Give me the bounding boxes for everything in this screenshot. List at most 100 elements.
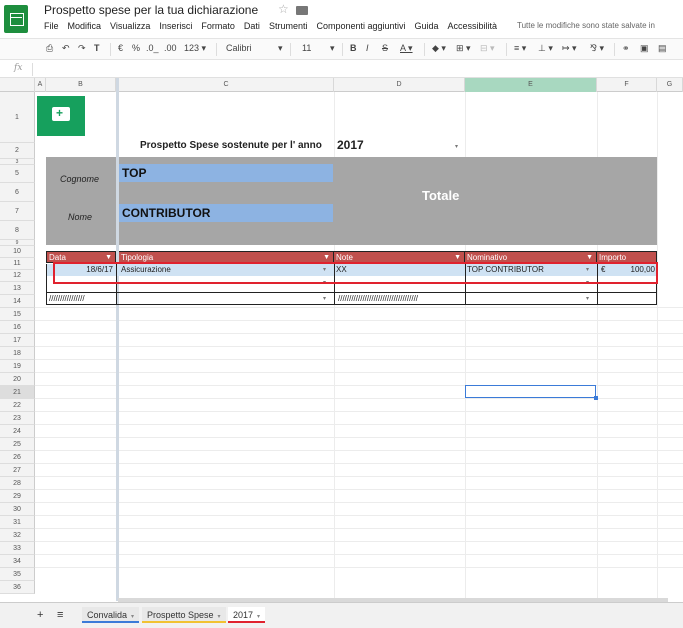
document-title[interactable]: Prospetto spese per la tua dichiarazione — [44, 3, 258, 17]
font-select[interactable]: Calibri — [226, 43, 252, 53]
row-header[interactable]: 26 — [0, 451, 35, 464]
menu-componenti[interactable]: Componenti aggiuntivi — [316, 21, 405, 31]
tab-convalida[interactable]: Convalida ▾ — [82, 607, 140, 623]
font-size-chevron-down-icon[interactable]: ▾ — [330, 43, 335, 54]
row-header[interactable]: 12 — [0, 270, 35, 282]
nome-field[interactable]: CONTRIBUTOR — [119, 204, 333, 222]
text-rotation-icon[interactable]: ⅋ ▾ — [590, 43, 604, 54]
menu-formato[interactable]: Formato — [201, 21, 235, 31]
menu-modifica[interactable]: Modifica — [68, 21, 102, 31]
cell-note-empty[interactable]: //////////////////////////////////// — [336, 293, 463, 305]
text-color-button[interactable]: A ▾ — [400, 43, 413, 54]
borders-icon[interactable]: ⊞ ▾ — [456, 43, 471, 54]
all-sheets-icon[interactable]: ≡ — [52, 607, 68, 623]
row-header[interactable]: 14 — [0, 295, 35, 308]
column-header-b[interactable]: B — [46, 78, 116, 92]
row-header[interactable]: 22 — [0, 399, 35, 412]
tab-prospetto-spese[interactable]: Prospetto Spese ▾ — [142, 607, 226, 623]
fill-color-icon[interactable]: ◆ ▾ — [432, 43, 446, 54]
row-header[interactable]: 5 — [0, 165, 35, 183]
formula-input[interactable] — [38, 63, 678, 76]
more-formats-button[interactable]: 123 ▾ — [184, 43, 206, 54]
row-header[interactable]: 8 — [0, 221, 35, 240]
menu-file[interactable]: File — [44, 21, 59, 31]
strikethrough-button[interactable]: S — [382, 43, 388, 53]
bold-button[interactable]: B — [350, 43, 357, 53]
increase-decimals-button[interactable]: .00 — [164, 43, 177, 53]
print-icon[interactable]: ⎙ — [46, 43, 53, 54]
row-header[interactable]: 18 — [0, 347, 35, 360]
insert-comment-icon[interactable]: ▣ — [640, 43, 649, 54]
column-header-a[interactable]: A — [35, 78, 46, 92]
row-header[interactable]: 17 — [0, 334, 35, 347]
row-header[interactable]: 16 — [0, 321, 35, 334]
spreadsheet-grid[interactable]: A B C D E F G 1 2 3 5 6 7 8 9 10 11 12 1… — [0, 78, 683, 601]
selected-cell[interactable] — [465, 385, 596, 398]
row-header[interactable]: 36 — [0, 581, 35, 594]
save-status[interactable]: Tutte le modifiche sono state salvate in — [517, 21, 655, 30]
row-header[interactable]: 2 — [0, 143, 35, 159]
row-header[interactable]: 31 — [0, 516, 35, 529]
row-header[interactable]: 32 — [0, 529, 35, 542]
row-header[interactable]: 1 — [0, 92, 35, 143]
column-header-f[interactable]: F — [597, 78, 657, 92]
chevron-down-icon[interactable]: ▾ — [323, 295, 326, 302]
menu-inserisci[interactable]: Inserisci — [159, 21, 192, 31]
fill-handle[interactable] — [594, 396, 598, 400]
row-header[interactable]: 21 — [0, 386, 35, 399]
menu-visualizza[interactable]: Visualizza — [110, 21, 150, 31]
row-header[interactable]: 27 — [0, 464, 35, 477]
tab-chevron-down-icon[interactable]: ▾ — [257, 614, 260, 620]
row-header[interactable]: 25 — [0, 438, 35, 451]
merge-cells-icon[interactable]: ⊟ ▾ — [480, 43, 495, 54]
row-header[interactable]: 11 — [0, 258, 35, 270]
star-icon[interactable]: ☆ — [278, 2, 289, 16]
row-header[interactable]: 15 — [0, 308, 35, 321]
menu-strumenti[interactable]: Strumenti — [269, 21, 308, 31]
insert-link-icon[interactable]: ⚭ — [622, 43, 630, 54]
folder-icon[interactable] — [296, 6, 308, 15]
add-sheet-icon[interactable]: + — [32, 607, 48, 623]
decrease-decimals-button[interactable]: .0_ — [146, 43, 159, 53]
row-header[interactable]: 30 — [0, 503, 35, 516]
row-header[interactable]: 13 — [0, 282, 35, 295]
row-header[interactable]: 33 — [0, 542, 35, 555]
row-header[interactable]: 10 — [0, 246, 35, 258]
row-header[interactable]: 34 — [0, 555, 35, 568]
italic-button[interactable]: I — [366, 43, 369, 53]
cognome-field[interactable]: TOP — [119, 164, 333, 182]
year-select-value[interactable]: 2017 — [337, 138, 364, 152]
row-header[interactable]: 7 — [0, 202, 35, 221]
row-header[interactable]: 6 — [0, 183, 35, 202]
menu-guida[interactable]: Guida — [415, 21, 439, 31]
tab-chevron-down-icon[interactable]: ▾ — [131, 614, 134, 620]
chevron-down-icon[interactable]: ▾ — [586, 295, 589, 302]
undo-icon[interactable]: ↶ — [62, 43, 70, 54]
row-header[interactable]: 29 — [0, 490, 35, 503]
menu-accessibilita[interactable]: Accessibilità — [448, 21, 498, 31]
vertical-align-icon[interactable]: ⊥ ▾ — [538, 43, 553, 54]
year-chevron-down-icon[interactable]: ▾ — [455, 143, 458, 150]
row-header[interactable]: 23 — [0, 412, 35, 425]
column-header-g[interactable]: G — [657, 78, 683, 92]
column-header-d[interactable]: D — [334, 78, 465, 92]
row-header[interactable]: 35 — [0, 568, 35, 581]
currency-format-button[interactable]: € — [118, 43, 123, 53]
tab-chevron-down-icon[interactable]: ▾ — [218, 614, 221, 620]
horizontal-align-icon[interactable]: ≡ ▾ — [514, 43, 526, 54]
row-header[interactable]: 19 — [0, 360, 35, 373]
row-header[interactable]: 24 — [0, 425, 35, 438]
insert-chart-icon[interactable]: ▤ — [658, 43, 667, 54]
cell-data-empty[interactable]: //////////////// — [47, 293, 115, 305]
redo-icon[interactable]: ↷ — [78, 43, 86, 54]
column-header-c[interactable]: C — [119, 78, 334, 92]
font-size-select[interactable]: 11 — [302, 43, 311, 53]
paint-format-icon[interactable]: T — [94, 43, 100, 53]
percent-format-button[interactable]: % — [132, 43, 140, 53]
column-header-e[interactable]: E — [465, 78, 597, 92]
sheets-logo-icon[interactable] — [4, 5, 28, 33]
text-wrap-icon[interactable]: ↦ ▾ — [562, 43, 577, 54]
font-chevron-down-icon[interactable]: ▾ — [278, 43, 283, 54]
menu-dati[interactable]: Dati — [244, 21, 260, 31]
row-header[interactable]: 20 — [0, 373, 35, 386]
